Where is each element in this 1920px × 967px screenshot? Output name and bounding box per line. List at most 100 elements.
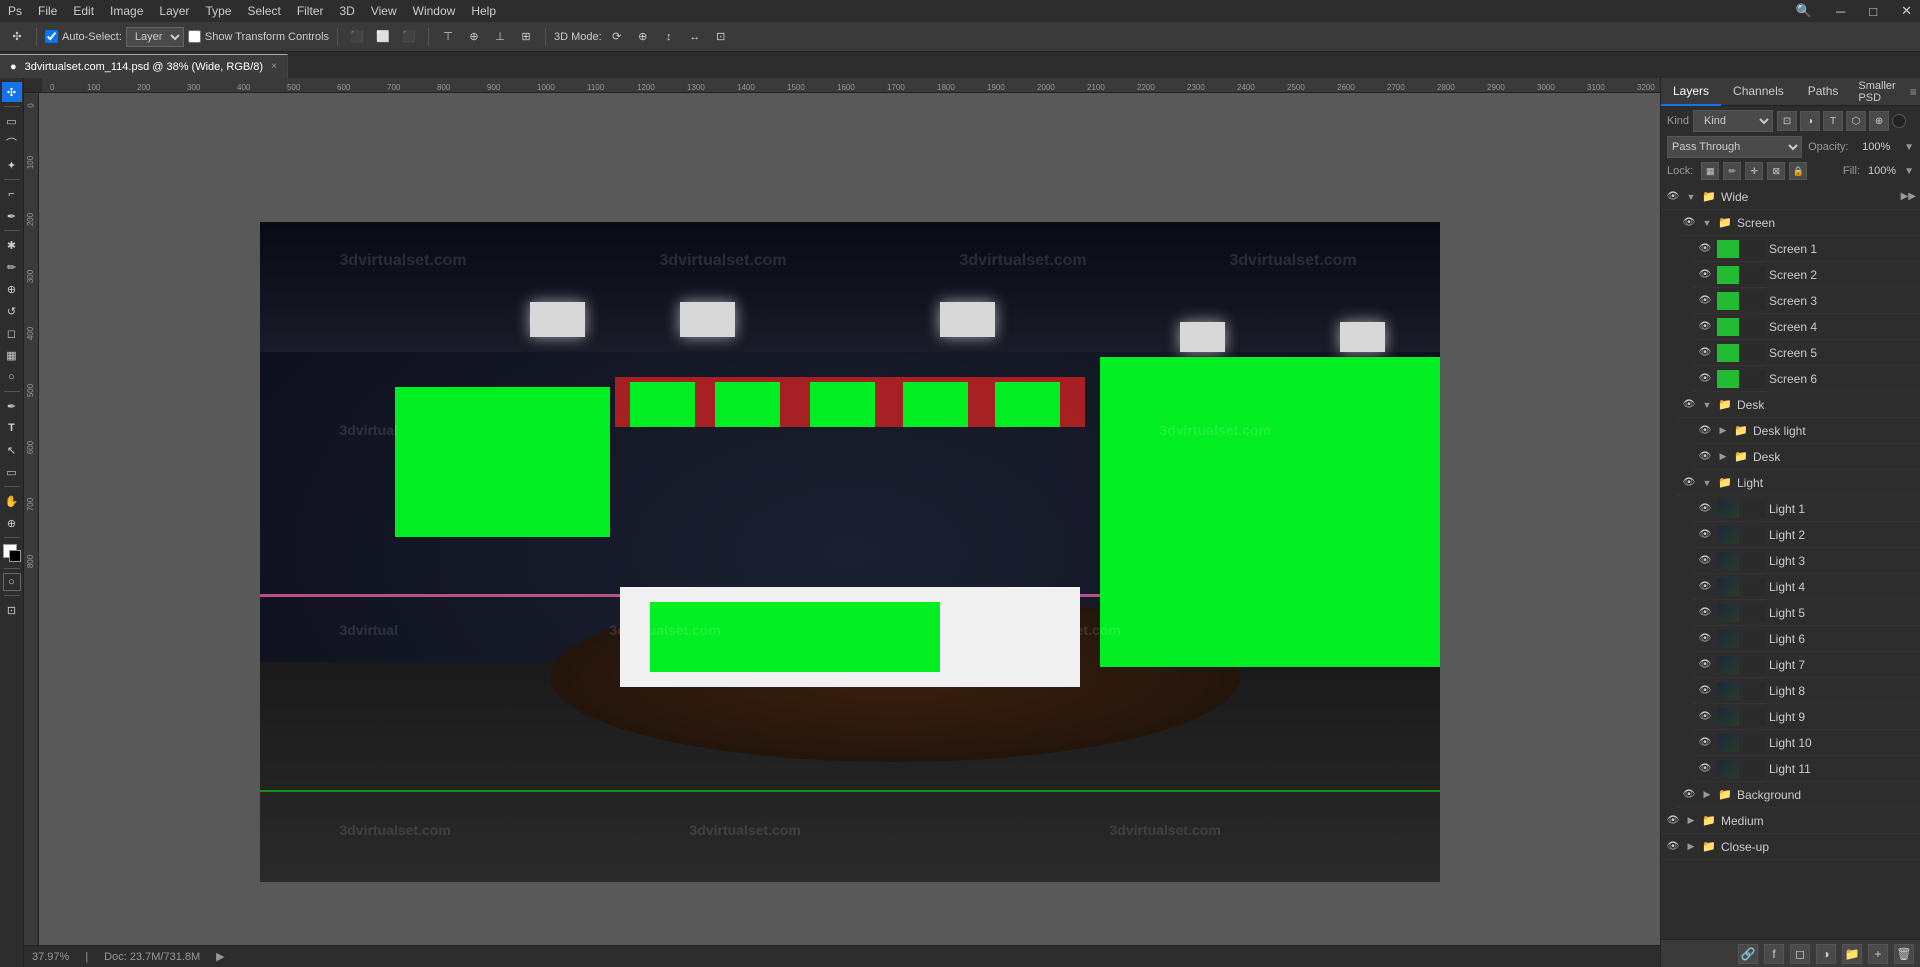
- layer-item-light3[interactable]: 👁 Light 3: [1693, 548, 1920, 574]
- visibility-desk-light[interactable]: 👁: [1697, 423, 1713, 439]
- lock-transparency-btn[interactable]: ▦: [1701, 162, 1719, 180]
- move-tool-btn[interactable]: ✣: [6, 26, 28, 48]
- clone-tool[interactable]: ⊕: [2, 279, 22, 299]
- layer-item-desk-group[interactable]: 👁 ▼ 📁 Desk: [1677, 392, 1920, 418]
- 3d-pan-btn[interactable]: ⊕: [632, 26, 654, 48]
- screen-mode-btn[interactable]: ⊡: [2, 600, 22, 620]
- auto-select-checkbox[interactable]: [45, 30, 58, 43]
- status-arrow[interactable]: ▶: [216, 950, 224, 963]
- paths-tab[interactable]: Paths: [1796, 78, 1851, 106]
- filter-pixel-btn[interactable]: ⊡: [1777, 111, 1797, 131]
- visibility-screen3[interactable]: 👁: [1697, 293, 1713, 309]
- layer-item-desk-light[interactable]: 👁 ▶ 📁 Desk light: [1693, 418, 1920, 444]
- brush-tool[interactable]: ✏: [2, 257, 22, 277]
- 3d-rotate-btn[interactable]: ⟳: [606, 26, 628, 48]
- search-icon[interactable]: 🔍: [1796, 3, 1812, 19]
- hand-tool[interactable]: ✋: [2, 491, 22, 511]
- history-tool[interactable]: ↺: [2, 301, 22, 321]
- align-center-btn[interactable]: ⬜: [372, 26, 394, 48]
- menu-type[interactable]: Type: [205, 4, 231, 18]
- type-tool[interactable]: T: [2, 418, 22, 438]
- lock-pixels-btn[interactable]: ✏: [1723, 162, 1741, 180]
- layer-item-light11[interactable]: 👁 Light 11: [1693, 756, 1920, 782]
- toggle-background-group[interactable]: ▶: [1701, 789, 1713, 801]
- visibility-light9[interactable]: 👁: [1697, 709, 1713, 725]
- menu-image[interactable]: Image: [110, 4, 143, 18]
- 3d-dolly-btn[interactable]: ↕: [658, 26, 680, 48]
- layer-item-screen2[interactable]: 👁 Screen 2: [1693, 262, 1920, 288]
- layer-item-screen1[interactable]: 👁 Screen 1: [1693, 236, 1920, 262]
- visibility-medium-group[interactable]: 👁: [1665, 813, 1681, 829]
- visibility-desk-group[interactable]: 👁: [1681, 397, 1697, 413]
- menu-help[interactable]: Help: [471, 4, 496, 18]
- menu-layer[interactable]: Layer: [159, 4, 189, 18]
- canvas-viewport[interactable]: 3dvirtualset.com 3dvirtualset.com 3dvirt…: [39, 93, 1660, 945]
- background-color[interactable]: [9, 550, 21, 562]
- toggle-light-group[interactable]: ▼: [1701, 477, 1713, 489]
- visibility-wide[interactable]: 👁: [1665, 189, 1681, 205]
- eyedropper-tool[interactable]: ✒: [2, 206, 22, 226]
- color-picker[interactable]: [3, 544, 21, 562]
- transform-checkbox[interactable]: [188, 30, 201, 43]
- magic-wand-tool[interactable]: ✦: [2, 155, 22, 175]
- blend-mode-select[interactable]: Pass Through Normal Multiply Screen: [1667, 136, 1802, 158]
- crop-tool[interactable]: ⌐: [2, 184, 22, 204]
- kind-select[interactable]: Kind: [1693, 110, 1773, 132]
- 3d-scale-btn[interactable]: ⊡: [710, 26, 732, 48]
- fill-arrow[interactable]: ▼: [1904, 166, 1914, 177]
- document-tab[interactable]: ● 3dvirtualset.com_114.psd @ 38% (Wide, …: [0, 54, 288, 78]
- visibility-light2[interactable]: 👁: [1697, 527, 1713, 543]
- new-group-btn[interactable]: 📁: [1842, 944, 1862, 964]
- layer-item-desk-layer[interactable]: 👁 ▶ 📁 Desk: [1693, 444, 1920, 470]
- layer-item-medium-group[interactable]: 👁 ▶ 📁 Medium: [1661, 808, 1920, 834]
- new-adjustment-btn[interactable]: ◑: [1816, 944, 1836, 964]
- layer-item-closeup-group[interactable]: 👁 ▶ 📁 Close-up: [1661, 834, 1920, 860]
- layer-item-light1[interactable]: 👁 Light 1: [1693, 496, 1920, 522]
- add-mask-btn[interactable]: ◻: [1790, 944, 1810, 964]
- restore-btn[interactable]: □: [1869, 4, 1877, 19]
- layers-tab[interactable]: Layers: [1661, 78, 1721, 106]
- panel-collapse-btn[interactable]: ≡: [1904, 85, 1920, 99]
- zoom-tool[interactable]: ⊕: [2, 513, 22, 533]
- toggle-closeup-group[interactable]: ▶: [1685, 841, 1697, 853]
- menu-select[interactable]: Select: [247, 4, 280, 18]
- visibility-screen5[interactable]: 👁: [1697, 345, 1713, 361]
- visibility-screen1[interactable]: 👁: [1697, 241, 1713, 257]
- 3d-slide-btn[interactable]: ↔: [684, 26, 706, 48]
- arrange-btn[interactable]: ⊞: [515, 26, 537, 48]
- visibility-screen4[interactable]: 👁: [1697, 319, 1713, 335]
- layer-item-screen6[interactable]: 👁 Screen 6: [1693, 366, 1920, 392]
- layer-item-light-group[interactable]: 👁 ▼ 📁 Light: [1677, 470, 1920, 496]
- visibility-closeup-group[interactable]: 👁: [1665, 839, 1681, 855]
- add-style-btn[interactable]: f: [1764, 944, 1784, 964]
- lasso-tool[interactable]: ⌒: [2, 133, 22, 153]
- menu-3d[interactable]: 3D: [339, 4, 354, 18]
- shape-tool[interactable]: ▭: [2, 462, 22, 482]
- layer-item-light4[interactable]: 👁 Light 4: [1693, 574, 1920, 600]
- gradient-tool[interactable]: ▦: [2, 345, 22, 365]
- marquee-tool[interactable]: ▭: [2, 111, 22, 131]
- layer-item-light6[interactable]: 👁 Light 6: [1693, 626, 1920, 652]
- layer-item-light8[interactable]: 👁 Light 8: [1693, 678, 1920, 704]
- visibility-light1[interactable]: 👁: [1697, 501, 1713, 517]
- visibility-background-group[interactable]: 👁: [1681, 787, 1697, 803]
- menu-window[interactable]: Window: [413, 4, 456, 18]
- layer-select[interactable]: Layer: [126, 27, 184, 47]
- move-tool[interactable]: ✣: [2, 82, 22, 102]
- dist-bottom-btn[interactable]: ⊥: [489, 26, 511, 48]
- toggle-medium-group[interactable]: ▶: [1685, 815, 1697, 827]
- layer-item-light9[interactable]: 👁 Light 9: [1693, 704, 1920, 730]
- visibility-light8[interactable]: 👁: [1697, 683, 1713, 699]
- visibility-desk-layer[interactable]: 👁: [1697, 449, 1713, 465]
- transform-check[interactable]: Show Transform Controls: [188, 30, 329, 43]
- smaller-psd-tab[interactable]: Smaller PSD: [1850, 80, 1903, 104]
- align-left-btn[interactable]: ⬛: [346, 26, 368, 48]
- path-select-tool[interactable]: ↖: [2, 440, 22, 460]
- minimize-btn[interactable]: ─: [1836, 4, 1845, 19]
- lock-position-btn[interactable]: ✛: [1745, 162, 1763, 180]
- visibility-light-group[interactable]: 👁: [1681, 475, 1697, 491]
- pen-tool[interactable]: ✒: [2, 396, 22, 416]
- lock-all-btn[interactable]: 🔒: [1789, 162, 1807, 180]
- layer-item-light2[interactable]: 👁 Light 2: [1693, 522, 1920, 548]
- menu-filter[interactable]: Filter: [297, 4, 324, 18]
